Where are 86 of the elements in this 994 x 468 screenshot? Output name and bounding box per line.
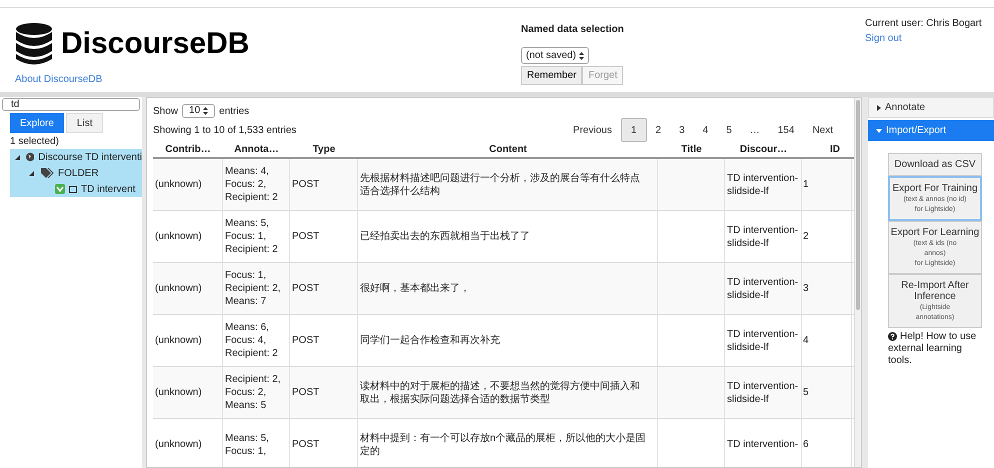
checkbox-icon[interactable]	[55, 184, 65, 194]
scrollbar-thumb[interactable]	[856, 100, 860, 310]
table-cell: POST	[292, 386, 320, 399]
help-icon	[888, 332, 897, 341]
caret-down-icon	[876, 128, 882, 132]
column-header[interactable]: Title	[658, 142, 725, 157]
show-label: Show	[153, 104, 178, 118]
tree-item[interactable]: TD intervent	[10, 181, 142, 197]
table-cell: TD intervention-	[727, 438, 798, 451]
toggle-icon[interactable]	[29, 170, 34, 176]
table-cell: POST	[292, 334, 320, 347]
table-cell: POST	[292, 178, 320, 191]
pagination-button[interactable]: 1	[620, 118, 646, 142]
table-cell: 2	[803, 230, 809, 243]
table-cell: (unknown)	[155, 178, 202, 191]
selection-note: 1 selected)	[9, 135, 60, 149]
selection-button[interactable]: Remember	[521, 66, 582, 85]
table-cell: POST	[292, 438, 320, 451]
pagination-button[interactable]: 5	[717, 118, 741, 142]
filter-dropdown[interactable]: td	[2, 98, 140, 111]
table-cell: 很好啊，基本都出来了，	[360, 282, 470, 295]
accordion-header[interactable]: Import/Export	[868, 120, 994, 141]
table-cell: TD intervention- slidside-lf	[727, 276, 798, 302]
pagination-button[interactable]: 154	[768, 118, 804, 142]
about-link[interactable]: About DiscourseDB	[15, 72, 102, 87]
pagination-button[interactable]: …	[740, 118, 769, 142]
table-cell: (unknown)	[155, 230, 202, 243]
tree-item[interactable]: Discourse TD interventi	[10, 149, 142, 165]
table-cell: 3	[803, 282, 809, 295]
app-title: DiscourseDB	[61, 29, 250, 59]
sidebar-tab[interactable]: List	[66, 113, 104, 133]
column-header[interactable]: Annota…	[223, 142, 290, 157]
table-cell: Focus: 1, Recipient: 2, Means: 7	[225, 269, 281, 308]
database-icon	[15, 22, 53, 66]
selection-dropdown[interactable]: (not saved)	[521, 47, 590, 64]
export-button[interactable]: Download as CSV	[888, 153, 982, 176]
current-user: Current user: Chris Bogart	[865, 17, 982, 31]
pagination-button[interactable]: 2	[646, 118, 670, 142]
table-cell: 6	[803, 438, 809, 451]
updown-icon	[579, 52, 584, 60]
table-cell-text: 读材料中的对于展柜的描述，不要想当然的觉得方便中间插入和取出，根据实际问题选择合适的数据节类型	[360, 380, 641, 406]
tags-icon	[41, 168, 54, 178]
table-cell: (unknown)	[155, 282, 202, 295]
pagination-button[interactable]: Previous	[564, 118, 621, 142]
pagination-button[interactable]: 4	[694, 118, 718, 142]
table-cell: 4	[803, 334, 809, 347]
table-cell: Means: 5, Focus: 1, Recipient: 2	[225, 217, 278, 256]
table-cell: Means: 4, Focus: 2, Recipient: 2	[225, 165, 278, 204]
table-cell: 5	[803, 386, 809, 399]
help-text[interactable]: Help! How to use external learning tools.	[888, 331, 986, 367]
table-cell: TD intervention- slidside-lf	[727, 172, 798, 198]
tree-item[interactable]: FOLDER	[10, 165, 142, 181]
pagination-button[interactable]: 3	[670, 118, 694, 142]
table-cell-text: 材料中提到：有一个可以存放n个藏品的展柜，所以他的大小是固定的	[360, 432, 647, 458]
table-cell: Recipient: 2, Focus: 2, Means: 5	[225, 373, 281, 412]
table-cell: POST	[292, 230, 320, 243]
document-icon	[69, 186, 77, 192]
column-header[interactable]: Discour…	[725, 142, 802, 157]
table-cell: 同学们一起合作检查和再次补充	[360, 334, 500, 347]
table-cell: Means: 5, Focus: 1,	[225, 432, 269, 458]
caret-right-icon	[877, 104, 881, 110]
column-header[interactable]: Type	[290, 142, 358, 157]
accordion-header[interactable]: Annotate	[868, 97, 994, 118]
table-info: Showing 1 to 10 of 1,533 entries	[153, 124, 296, 138]
page-size-dropdown[interactable]: 10	[182, 104, 216, 118]
table-cell-text: 先根据材料描述吧问题进行一个分析，涉及的展台等有什么特点适合选择什么结构	[360, 172, 641, 198]
section-label: Named data selection	[521, 23, 625, 37]
pagination-button[interactable]: Next	[803, 118, 842, 142]
table-cell: Means: 6, Focus: 4, Recipient: 2	[225, 321, 278, 360]
column-header[interactable]: Content	[358, 142, 658, 157]
table-cell: 已经拍卖出去的东西就相当于出栈了了	[360, 230, 530, 243]
column-header[interactable]: Contrib…	[153, 142, 223, 157]
table-cell: TD intervention- slidside-lf	[727, 224, 798, 250]
sign-out-link[interactable]: Sign out	[865, 31, 902, 46]
updown-icon	[203, 107, 208, 115]
table-cell: (unknown)	[155, 438, 202, 451]
sidebar-tab[interactable]: Explore	[10, 113, 64, 133]
table-cell: TD intervention- slidside-lf	[727, 380, 798, 406]
entries-label: entries	[219, 104, 250, 118]
table-cell: TD intervention- slidside-lf	[727, 328, 798, 354]
table-cell: (unknown)	[155, 334, 202, 347]
table-cell: POST	[292, 282, 320, 295]
table-cell: 1	[803, 178, 809, 191]
column-header[interactable]: ID	[802, 142, 852, 157]
table-cell: (unknown)	[155, 386, 202, 399]
toggle-icon[interactable]	[15, 154, 20, 160]
